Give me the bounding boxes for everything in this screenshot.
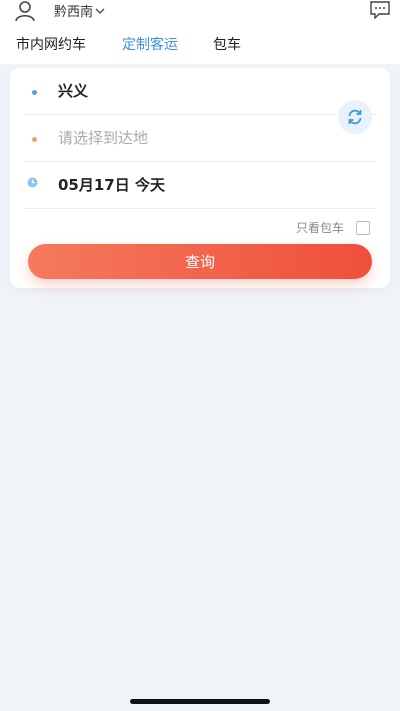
query-button[interactable]: 查询	[28, 244, 372, 279]
destination-dot-icon	[32, 137, 37, 142]
clock-icon	[27, 177, 38, 188]
tab-charter[interactable]: 包车	[213, 34, 241, 54]
departure-field[interactable]: 兴义	[24, 68, 376, 115]
swap-locations-button[interactable]	[338, 100, 372, 134]
date-value: 05月17日 今天	[58, 176, 165, 194]
departure-value: 兴义	[58, 82, 89, 100]
search-card: 兴义 请选择到达地 05月17日 今天 只看包车 查询	[10, 68, 390, 288]
destination-placeholder: 请选择到达地	[58, 129, 149, 147]
tab-city-ride[interactable]: 市内网约车	[16, 34, 86, 54]
swap-icon	[348, 109, 362, 125]
region-label: 黔西南	[54, 5, 94, 20]
service-tabs: 市内网约车 定制客运 包车	[0, 34, 400, 58]
charter-only-checkbox[interactable]	[356, 220, 370, 235]
user-icon[interactable]	[14, 0, 36, 22]
chevron-down-icon	[95, 8, 105, 14]
tab-custom-coach[interactable]: 定制客运	[122, 34, 178, 54]
destination-field[interactable]: 请选择到达地	[24, 115, 376, 162]
charter-only-label: 只看包车	[295, 221, 344, 235]
home-indicator	[130, 699, 270, 704]
message-icon[interactable]	[370, 1, 390, 19]
charter-only-toggle[interactable]: 只看包车	[296, 219, 370, 236]
date-field[interactable]: 05月17日 今天	[24, 162, 376, 209]
top-header: 黔西南 市内网约车 定制客运 包车	[0, 0, 400, 64]
region-selector[interactable]: 黔西南	[54, 1, 105, 20]
departure-dot-icon	[32, 90, 37, 95]
